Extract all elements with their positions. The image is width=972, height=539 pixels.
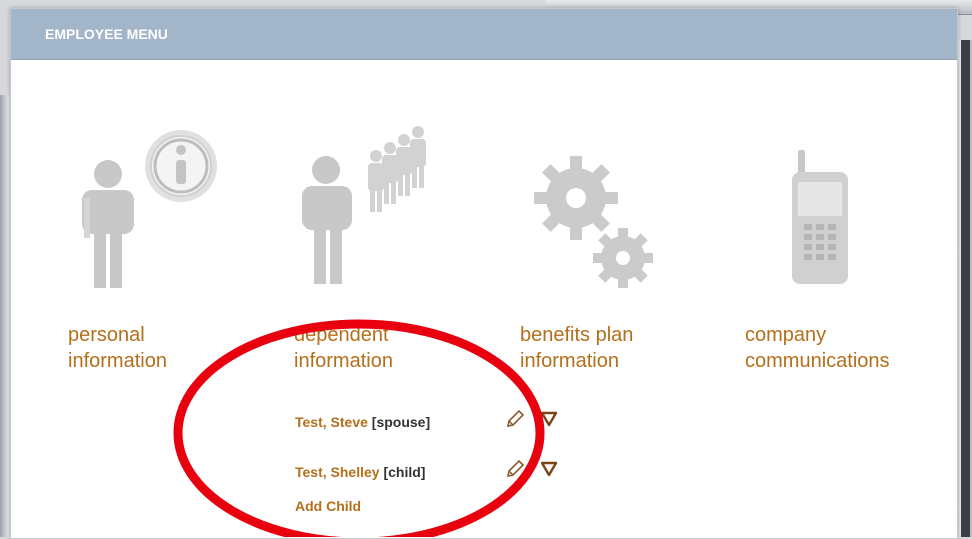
panel-header: EMPLOYEE MENU — [11, 9, 957, 60]
cell-phone-icon[interactable] — [784, 150, 854, 290]
tile-dependent-line1: dependent — [294, 324, 389, 346]
person-info-icon[interactable] — [76, 128, 226, 308]
dependent-relation: [spouse] — [371, 414, 431, 430]
person-group-icon[interactable] — [300, 122, 440, 308]
tile-dependent-line2: information — [294, 350, 393, 372]
gears-icon[interactable] — [528, 150, 668, 300]
background-scroll-strip — [961, 40, 970, 537]
tile-benefits-plan-information-label[interactable]: benefits plan information — [520, 322, 720, 374]
tile-personal-line1: personal — [68, 324, 145, 346]
tile-company-line1: company — [745, 324, 827, 346]
dependent-row: Test, Shelley [child] — [295, 464, 425, 480]
tile-company-communications-label[interactable]: company communications — [745, 322, 945, 374]
tile-dependent-information-label[interactable]: dependent information — [294, 322, 494, 374]
tile-benefits-line2: information — [520, 350, 619, 372]
add-child-link[interactable]: Add Child — [295, 498, 361, 514]
tile-company-line2: communications — [745, 350, 890, 372]
dependent-row: Test, Steve [spouse] — [295, 414, 430, 430]
dependent-relation: [child] — [383, 464, 426, 480]
tile-personal-information-label[interactable]: personal information — [68, 322, 268, 374]
tile-personal-line2: information — [68, 350, 167, 372]
dependent-name-link[interactable]: Test, Steve — [295, 414, 368, 430]
pencil-icon[interactable] — [504, 458, 526, 480]
dependent-name-link[interactable]: Test, Shelley — [295, 464, 380, 480]
tile-benefits-line1: benefits plan — [520, 324, 634, 346]
triangle-down-icon[interactable] — [540, 411, 558, 427]
panel-title: EMPLOYEE MENU — [45, 26, 168, 42]
pencil-icon[interactable] — [504, 408, 526, 430]
triangle-down-icon[interactable] — [540, 461, 558, 477]
